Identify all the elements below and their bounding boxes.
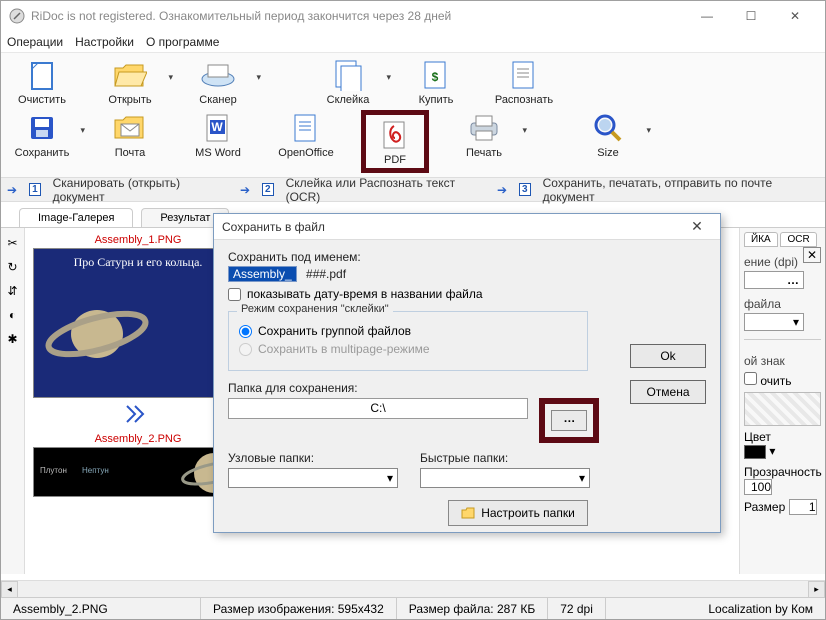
browse-button-highlight: …	[539, 398, 599, 443]
right-panel: ЙКА OCR ✕ ение (dpi) … файла ▾ ой знак о…	[739, 228, 825, 574]
mail-button[interactable]: Почта	[97, 110, 163, 159]
filename-ext: ###.pdf	[306, 267, 346, 281]
menu-operations[interactable]: Операции	[7, 35, 63, 49]
filename-input[interactable]: Assembly_	[228, 266, 297, 282]
ocr-button[interactable]: Распознать	[491, 57, 557, 106]
include-checkbox[interactable]	[744, 372, 757, 385]
toolbar: Очистить Открыть▾ Сканер▾ Склейка▾ $Купи…	[1, 53, 825, 178]
pdf-button-highlight: PDF	[361, 110, 429, 173]
thumbnail-1[interactable]: Assembly_1.PNG Про Сатурн и его кольца.	[33, 234, 243, 398]
save-dialog: Сохранить в файл ✕ Сохранить под именем:…	[213, 213, 721, 533]
glue-button[interactable]: Склейка▾	[315, 57, 381, 106]
dialog-close-button[interactable]: ✕	[682, 218, 712, 235]
arrow-icon: ➔	[240, 183, 250, 197]
dropdown-arrow-icon[interactable]: ▾	[386, 72, 391, 83]
print-button[interactable]: Печать▾	[451, 110, 517, 159]
opacity-spinner[interactable]	[744, 479, 772, 495]
configure-folders-button[interactable]: Настроить папки	[448, 500, 588, 526]
tab-image-gallery[interactable]: Image-Галерея	[19, 208, 133, 227]
scanner-button[interactable]: Сканер▾	[185, 57, 251, 106]
dropdown-arrow-icon[interactable]: ▾	[522, 125, 527, 136]
group-legend: Режим сохранения "склейки"	[237, 303, 393, 315]
left-toolbar: ✂ ↻ ⇵ ◐ ✱	[1, 228, 25, 574]
folder-icon	[461, 506, 475, 520]
tab-glue[interactable]: ЙКА	[744, 232, 778, 247]
crop-icon[interactable]: ✂	[7, 236, 17, 250]
fast-folders-label: Быстрые папки:	[420, 451, 590, 465]
window-title: RiDoc is not registered. Ознакомительный…	[31, 9, 685, 23]
dropdown-arrow-icon[interactable]: ▾	[80, 125, 85, 136]
color-label: Цвет	[744, 430, 771, 444]
settings-icon[interactable]: ✱	[7, 332, 17, 346]
dropdown-arrow-icon[interactable]: ▾	[646, 125, 651, 136]
save-multipage-radio	[239, 343, 252, 356]
ok-button[interactable]: Ok	[630, 344, 706, 368]
close-panel-icon[interactable]: ✕	[803, 247, 821, 263]
arrow-icon: ➔	[7, 183, 17, 197]
color-swatch[interactable]	[744, 445, 766, 459]
open-button[interactable]: Открыть▾	[97, 57, 163, 106]
title-bar: RiDoc is not registered. Ознакомительный…	[1, 1, 825, 31]
dropdown-arrow-icon[interactable]: ▾	[168, 72, 173, 83]
folder-path-input[interactable]: C:\	[228, 398, 528, 419]
save-group-radio[interactable]	[239, 325, 252, 338]
node-folders-select[interactable]: ▾	[228, 468, 398, 488]
menu-about[interactable]: О программе	[146, 35, 219, 49]
pdf-button[interactable]: PDF	[368, 117, 422, 166]
show-datetime-checkbox[interactable]	[228, 288, 241, 301]
link-arrows-icon	[123, 404, 147, 424]
tab-ocr[interactable]: OCR	[780, 232, 816, 247]
tool-icon[interactable]: ◐	[9, 308, 16, 322]
scroll-left-icon[interactable]: ◂	[1, 581, 18, 598]
size-button[interactable]: Size▾	[575, 110, 641, 159]
size-spinner[interactable]	[789, 499, 817, 515]
horizontal-scrollbar[interactable]: ◂ ▸	[1, 580, 825, 597]
arrow-icon: ➔	[497, 183, 507, 197]
step-3-label: Сохранить, печатать, отправить по почте …	[543, 176, 819, 204]
close-button[interactable]: ✕	[773, 2, 817, 30]
app-icon	[9, 8, 25, 24]
openoffice-button[interactable]: OpenOffice	[273, 110, 339, 159]
status-image-size: Размер изображения: 595x432	[201, 598, 397, 619]
dropdown-arrow-icon[interactable]: ▾	[256, 72, 261, 83]
maximize-button[interactable]: ☐	[729, 2, 773, 30]
file-format-select[interactable]: ▾	[744, 313, 804, 331]
thumbnail-title: Assembly_2.PNG	[33, 433, 243, 445]
watermark-preview	[744, 392, 821, 426]
status-bar: Assembly_2.PNG Размер изображения: 595x4…	[1, 597, 825, 619]
step-bar: ➔1 Сканировать (открыть) документ ➔2 Скл…	[1, 178, 825, 202]
status-dpi: 72 dpi	[548, 598, 606, 619]
thumbnail-title: Assembly_1.PNG	[33, 234, 243, 246]
step-1-label: Сканировать (открыть) документ	[53, 176, 230, 204]
fast-folders-select[interactable]: ▾	[420, 468, 590, 488]
flip-icon[interactable]: ⇵	[7, 284, 17, 298]
browse-button[interactable]: …	[551, 410, 587, 431]
show-datetime-label: показывать дату-время в названии файла	[247, 287, 483, 301]
save-button[interactable]: Сохранить▾	[9, 110, 75, 159]
status-file-size: Размер файла: 287 КБ	[397, 598, 548, 619]
dpi-input[interactable]: …	[744, 271, 804, 289]
svg-text:$: $	[432, 70, 439, 84]
menu-bar: Операции Настройки О программе	[1, 31, 825, 53]
scroll-right-icon[interactable]: ▸	[808, 581, 825, 598]
menu-settings[interactable]: Настройки	[75, 35, 134, 49]
status-file: Assembly_2.PNG	[1, 598, 201, 619]
msword-button[interactable]: WMS Word	[185, 110, 251, 159]
save-mode-group: Режим сохранения "склейки" Сохранить гру…	[228, 311, 588, 371]
status-localization: Localization by Ком	[606, 598, 825, 619]
node-folders-label: Узловые папки:	[228, 451, 398, 465]
clear-button[interactable]: Очистить	[9, 57, 75, 106]
filename-label: Сохранить под именем:	[228, 250, 706, 264]
watermark-label: ой знак	[744, 354, 821, 368]
rotate-icon[interactable]: ↻	[7, 260, 17, 274]
dialog-title: Сохранить в файл	[222, 220, 682, 234]
file-format-label: файла	[744, 297, 821, 311]
svg-text:W: W	[211, 120, 223, 134]
buy-button[interactable]: $Купить	[403, 57, 469, 106]
cancel-button[interactable]: Отмена	[630, 380, 706, 404]
step-2-label: Склейка или Распознать текст (OCR)	[286, 176, 487, 204]
thumbnail-2[interactable]: Assembly_2.PNG Плутон Нептун	[33, 433, 243, 497]
minimize-button[interactable]: —	[685, 2, 729, 30]
